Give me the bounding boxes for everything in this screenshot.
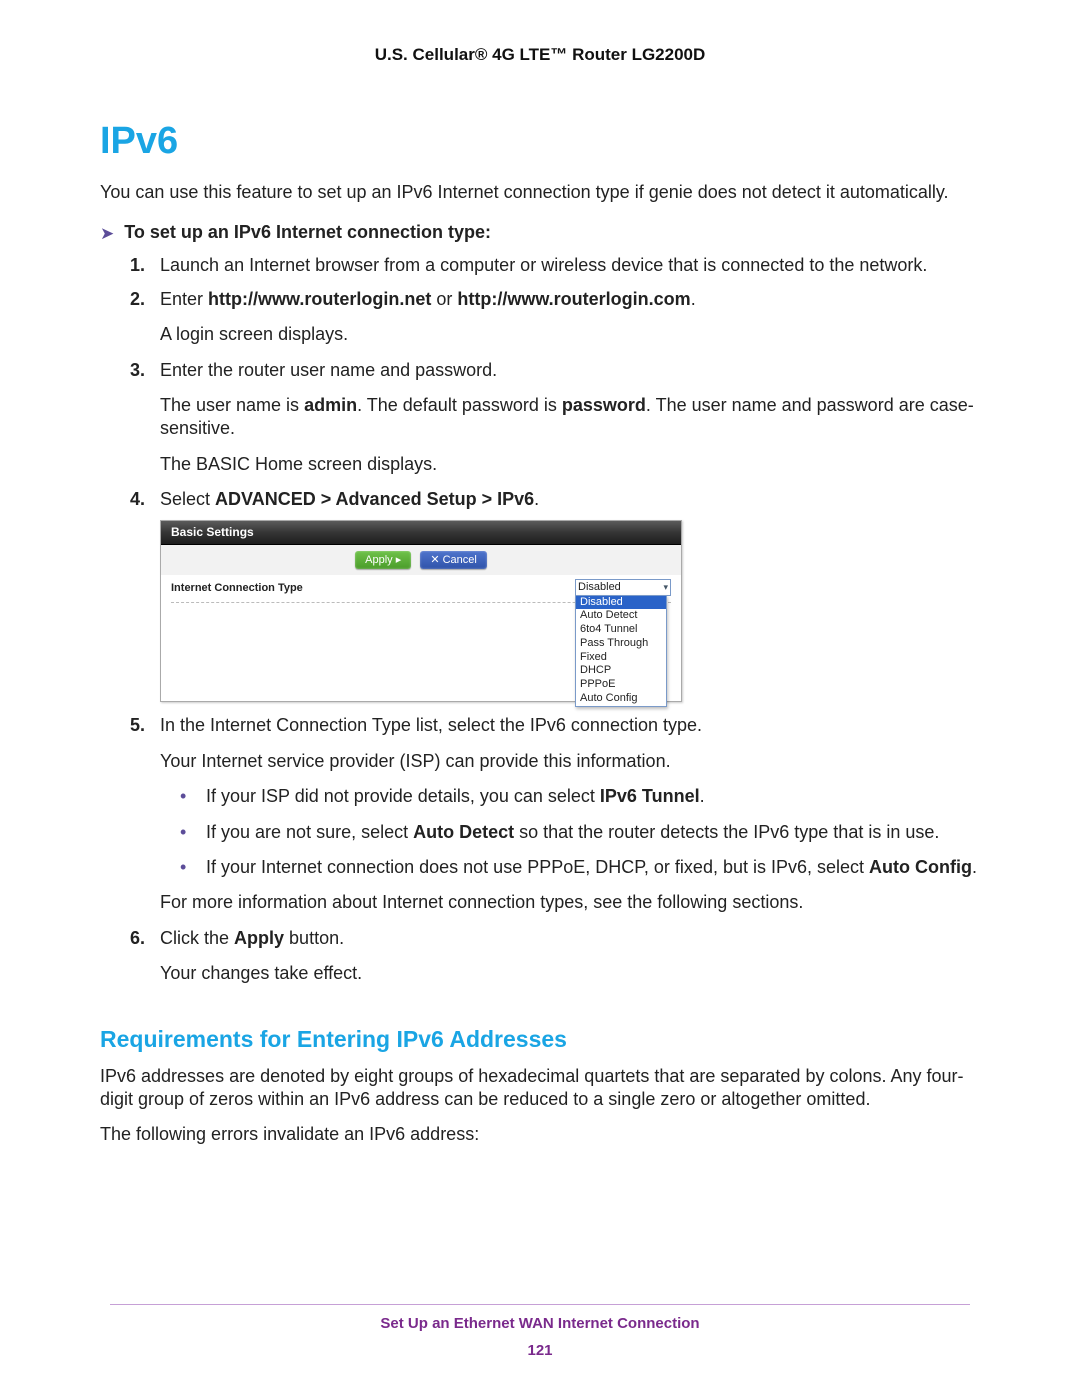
dropdown-option[interactable]: Auto Detect — [576, 609, 666, 623]
page-number: 121 — [110, 1342, 970, 1359]
step-text: Enter http://www.routerlogin.net or http… — [160, 289, 696, 309]
chevron-down-icon: ▾ — [663, 582, 668, 594]
url-bold: http://www.routerlogin.com — [457, 289, 690, 309]
bold-value: password — [562, 395, 646, 415]
bold-value: Auto Config — [869, 857, 972, 877]
dropdown-option[interactable]: Fixed — [576, 651, 666, 665]
text-fragment: If you are not sure, select — [206, 822, 413, 842]
bold-value: Apply — [234, 928, 284, 948]
step-number: 2. — [130, 288, 145, 311]
task-heading-text: To set up an IPv6 Internet connection ty… — [124, 222, 491, 243]
connection-type-select[interactable]: Disabled ▾ — [575, 579, 671, 595]
panel-body: Internet Connection Type Disabled ▾ Disa… — [161, 575, 681, 701]
bullet-item: If your ISP did not provide details, you… — [180, 785, 980, 808]
step-5: 5. In the Internet Connection Type list,… — [130, 714, 980, 914]
requirements-paragraph-2: The following errors invalidate an IPv6 … — [100, 1123, 980, 1146]
step-1: 1. Launch an Internet browser from a com… — [130, 254, 980, 277]
step-2: 2. Enter http://www.routerlogin.net or h… — [130, 288, 980, 347]
step-number: 6. — [130, 927, 145, 950]
page-footer: Set Up an Ethernet WAN Internet Connecti… — [110, 1304, 970, 1359]
text-fragment: so that the router detects the IPv6 type… — [514, 822, 939, 842]
connection-type-dropdown: Disabled Auto Detect 6to4 Tunnel Pass Th… — [575, 595, 667, 707]
step-number: 5. — [130, 714, 145, 737]
intro-paragraph: You can use this feature to set up an IP… — [100, 181, 980, 204]
panel-toolbar: Apply ▸ ✕ Cancel — [161, 545, 681, 575]
step-6: 6. Click the Apply button. Your changes … — [130, 927, 980, 986]
text-fragment: If your ISP did not provide details, you… — [206, 786, 600, 806]
document-page: U.S. Cellular® 4G LTE™ Router LG2200D IP… — [0, 0, 1080, 1397]
bullet-item: If you are not sure, select Auto Detect … — [180, 821, 980, 844]
text-fragment: Select — [160, 489, 215, 509]
connection-type-label: Internet Connection Type — [171, 581, 391, 595]
step-subtext: The BASIC Home screen displays. — [160, 453, 980, 476]
step-number: 3. — [130, 359, 145, 382]
dropdown-option[interactable]: Auto Config — [576, 692, 666, 706]
menu-path-bold: ADVANCED > Advanced Setup > IPv6 — [215, 489, 534, 509]
step-subtext: Your Internet service provider (ISP) can… — [160, 750, 980, 773]
bold-value: Auto Detect — [413, 822, 514, 842]
step-number: 4. — [130, 488, 145, 511]
requirements-paragraph-1: IPv6 addresses are denoted by eight grou… — [100, 1065, 980, 1112]
step-subtext: The user name is admin. The default pass… — [160, 394, 980, 441]
bullet-item: If your Internet connection does not use… — [180, 856, 980, 879]
panel-titlebar: Basic Settings — [161, 521, 681, 546]
router-settings-screenshot: Basic Settings Apply ▸ ✕ Cancel Internet… — [160, 520, 682, 703]
step-number: 1. — [130, 254, 145, 277]
text-fragment: or — [431, 289, 457, 309]
step-subtext: For more information about Internet conn… — [160, 891, 980, 914]
dropdown-option[interactable]: Pass Through — [576, 637, 666, 651]
apply-button[interactable]: Apply ▸ — [355, 551, 411, 569]
text-fragment: . — [972, 857, 977, 877]
footer-chapter-title: Set Up an Ethernet WAN Internet Connecti… — [110, 1315, 970, 1332]
step-text: Enter the router user name and password. — [160, 360, 497, 380]
dropdown-option[interactable]: Disabled — [576, 596, 666, 610]
url-bold: http://www.routerlogin.net — [208, 289, 431, 309]
step-text: Launch an Internet browser from a comput… — [160, 255, 927, 275]
connection-type-select-wrap: Disabled ▾ Disabled Auto Detect 6to4 Tun… — [575, 579, 671, 706]
step-list: 1. Launch an Internet browser from a com… — [130, 254, 980, 985]
document-header-title: U.S. Cellular® 4G LTE™ Router LG2200D — [100, 45, 980, 65]
step-subtext: Your changes take effect. — [160, 962, 980, 985]
text-fragment: . — [691, 289, 696, 309]
dropdown-option[interactable]: 6to4 Tunnel — [576, 623, 666, 637]
text-fragment: Enter — [160, 289, 208, 309]
dropdown-option[interactable]: DHCP — [576, 664, 666, 678]
section-heading-ipv6: IPv6 — [100, 120, 980, 163]
text-fragment: If your Internet connection does not use… — [206, 857, 869, 877]
task-heading-row: ➤ To set up an IPv6 Internet connection … — [100, 222, 980, 244]
text-fragment: button. — [284, 928, 344, 948]
text-fragment: . The default password is — [357, 395, 562, 415]
bold-value: IPv6 Tunnel — [600, 786, 700, 806]
dropdown-option[interactable]: PPPoE — [576, 678, 666, 692]
bold-value: admin — [304, 395, 357, 415]
step-subtext: A login screen displays. — [160, 323, 980, 346]
cancel-button[interactable]: ✕ Cancel — [420, 551, 487, 569]
step-text: In the Internet Connection Type list, se… — [160, 715, 702, 735]
step-text: Click the Apply button. — [160, 928, 344, 948]
step-text: Select ADVANCED > Advanced Setup > IPv6. — [160, 489, 539, 509]
text-fragment: The user name is — [160, 395, 304, 415]
subsection-heading-requirements: Requirements for Entering IPv6 Addresses — [100, 1026, 980, 1053]
text-fragment: . — [700, 786, 705, 806]
select-value: Disabled — [578, 580, 621, 594]
step-3: 3. Enter the router user name and passwo… — [130, 359, 980, 477]
task-arrow-icon: ➤ — [100, 224, 114, 244]
text-fragment: . — [534, 489, 539, 509]
sub-bullet-list: If your ISP did not provide details, you… — [180, 785, 980, 879]
step-4: 4. Select ADVANCED > Advanced Setup > IP… — [130, 488, 980, 702]
text-fragment: Click the — [160, 928, 234, 948]
